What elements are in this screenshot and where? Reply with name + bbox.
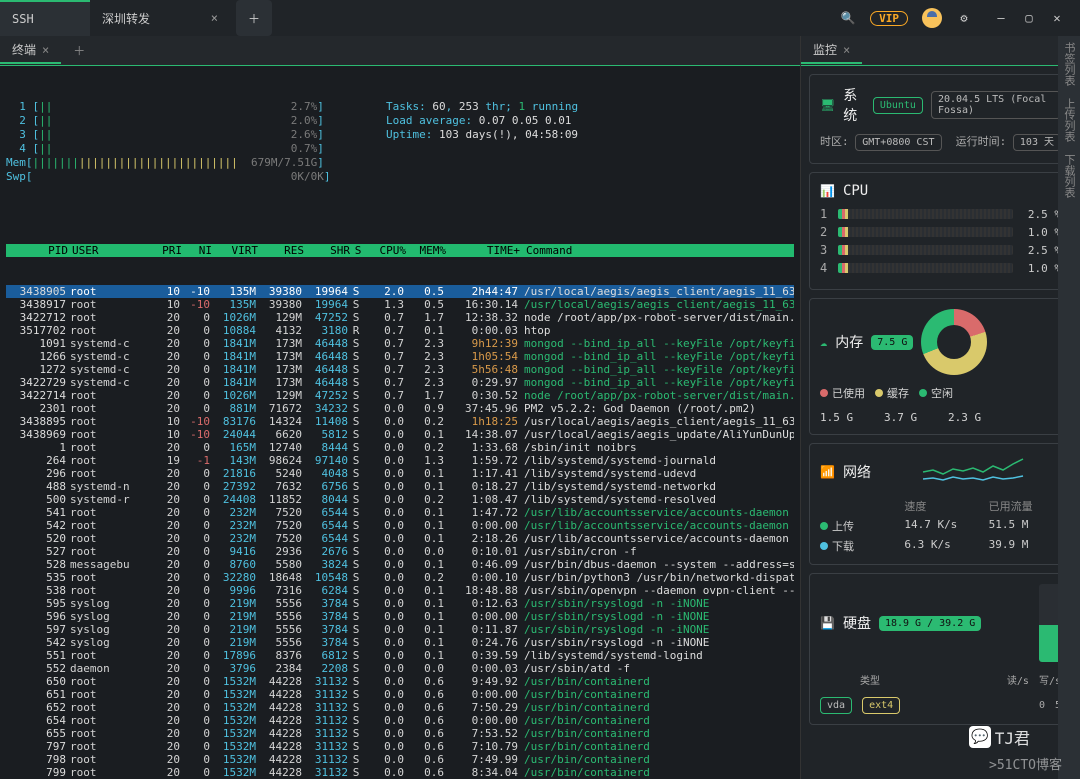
process-row[interactable]: 3422712root2001026M129M47252S0.71.712:38… xyxy=(6,311,794,324)
disk-used-badge: 18.9 G / 39.2 G xyxy=(879,616,981,631)
process-row[interactable]: 797root2001532M4422831132S0.00.67:10.79/… xyxy=(6,740,794,753)
process-row[interactable]: 1root200165M127408444S0.00.21:33.68/sbin… xyxy=(6,441,794,454)
process-row[interactable]: 542root200232M75206544S0.00.10:00.00/usr… xyxy=(6,519,794,532)
maximize-button[interactable]: ▢ xyxy=(1020,11,1038,25)
process-row[interactable]: 596syslog200219M55563784S0.00.10:00.00/u… xyxy=(6,610,794,623)
disk-type: ext4 xyxy=(862,697,900,714)
new-terminal-button[interactable]: ＋ xyxy=(61,38,97,63)
panel-title: 网络 xyxy=(843,462,871,482)
close-button[interactable]: ✕ xyxy=(1048,11,1066,25)
process-row[interactable]: 3517702root2001088441323180R0.70.10:00.0… xyxy=(6,324,794,337)
process-row[interactable]: 799root2001532M4422831132S0.00.68:34.04/… xyxy=(6,766,794,779)
panel-title: 系统 xyxy=(843,85,865,125)
process-row[interactable]: 500systemd-r20024408118528044S0.00.21:08… xyxy=(6,493,794,506)
monitor-tab[interactable]: 监控× xyxy=(801,37,862,64)
process-row[interactable]: 535root200322801864810548S0.00.20:00.10/… xyxy=(6,571,794,584)
process-row[interactable]: 296root2002181652404048S0.00.11:17.41/li… xyxy=(6,467,794,480)
cpu-icon: 📊 xyxy=(820,184,835,198)
process-row[interactable]: 552daemon200379623842208S0.00.00:00.03/u… xyxy=(6,662,794,675)
close-icon[interactable]: × xyxy=(211,11,218,25)
process-header: PIDUSERPRINIVIRTRESSHRSCPU%MEM%TIME+Comm… xyxy=(6,244,794,257)
cpu-row: 21.0 % xyxy=(820,225,1061,239)
network-sparkline xyxy=(885,454,1061,484)
panel-title: 内存 xyxy=(835,332,863,352)
cpu-panel: 📊 CPU 12.5 % 21.0 % 32.5 % 41.0 % xyxy=(809,172,1072,290)
process-row[interactable]: 655root2001532M4422831132S0.00.67:53.52/… xyxy=(6,727,794,740)
download-list-tab[interactable]: 下载列表 xyxy=(1061,154,1077,198)
watermark-blog: >51CTO博客 xyxy=(989,754,1062,773)
monitor-icon: 🖥 xyxy=(820,98,835,112)
process-row[interactable]: 1272systemd-c2001841M173M46448S0.72.35h5… xyxy=(6,363,794,376)
process-row[interactable]: 488systemd-n2002739276326756S0.00.10:18.… xyxy=(6,480,794,493)
terminal-tab[interactable]: 终端× xyxy=(0,37,61,64)
bookmark-list-tab[interactable]: 书签列表 xyxy=(1061,42,1077,86)
tz-badge: GMT+0800 CST xyxy=(855,134,941,151)
process-row[interactable]: 551root2001789683766812S0.00.10:39.59/li… xyxy=(6,649,794,662)
process-row[interactable]: 654root2001532M4422831132S0.00.60:00.00/… xyxy=(6,714,794,727)
vip-badge[interactable]: VIP xyxy=(870,11,908,26)
os-badge: Ubuntu xyxy=(873,97,923,114)
process-row[interactable]: 3438917root10-10135M3938019964S1.30.516:… xyxy=(6,298,794,311)
process-row[interactable]: 3438969root10-102404466205812S0.00.114:3… xyxy=(6,428,794,441)
process-row[interactable]: 1266systemd-c2001841M173M46448S0.72.31h0… xyxy=(6,350,794,363)
process-row[interactable]: 3422729systemd-c2001841M173M46448S0.72.3… xyxy=(6,376,794,389)
process-row[interactable]: 528messagebu200876055803824S0.00.10:46.0… xyxy=(6,558,794,571)
process-row[interactable]: 3438895root10-10831761432411408S0.00.21h… xyxy=(6,415,794,428)
cpu-row: 32.5 % xyxy=(820,243,1061,257)
system-panel: 🖥系统Ubuntu20.04.5 LTS (Focal Fossa) 时区: G… xyxy=(809,74,1072,164)
process-row[interactable]: 264root19-1143M9862497140S0.01.31:59.72/… xyxy=(6,454,794,467)
panel-title: 硬盘 xyxy=(843,613,871,633)
app-tab-ssh[interactable]: SSH xyxy=(0,0,90,36)
process-row[interactable]: 541root200232M75206544S0.00.11:47.72/usr… xyxy=(6,506,794,519)
process-row[interactable]: 798root2001532M4422831132S0.00.67:49.99/… xyxy=(6,753,794,766)
close-icon[interactable]: × xyxy=(843,43,850,57)
process-row[interactable]: 3438905root10-10135M3938019964S2.00.52h4… xyxy=(6,285,794,298)
wifi-icon: 📶 xyxy=(820,465,835,479)
process-row[interactable]: 3422714root2001026M129M47252S0.71.70:30.… xyxy=(6,389,794,402)
upload-list-tab[interactable]: 上传列表 xyxy=(1061,98,1077,142)
terminal-content[interactable]: 1 [|| 2.7%] 2 [|| 2.0%] 3 [|| 2.6%] 4 [|… xyxy=(0,66,800,779)
disk-dev: vda xyxy=(820,697,852,714)
process-row[interactable]: 597syslog200219M55563784S0.00.10:11.87/u… xyxy=(6,623,794,636)
gear-icon[interactable]: ⚙ xyxy=(956,10,972,26)
process-row[interactable]: 542syslog200219M55563784S0.00.10:24.76/u… xyxy=(6,636,794,649)
process-row[interactable]: 1091systemd-c2001841M173M46448S0.72.39h1… xyxy=(6,337,794,350)
mem-total-badge: 7.5 G xyxy=(871,335,913,350)
watermark-tj: 💬TJ君 xyxy=(969,725,1030,749)
minimize-button[interactable]: ― xyxy=(992,11,1010,25)
process-row[interactable]: 652root2001532M4422831132S0.00.67:50.29/… xyxy=(6,701,794,714)
process-row[interactable]: 595syslog200219M55563784S0.00.10:12.63/u… xyxy=(6,597,794,610)
memory-panel: ☁内存7.5 G 已使用 缓存 空闲 1.5 G 3.7 G 2.3 G xyxy=(809,298,1072,435)
search-icon[interactable]: 🔍 xyxy=(840,10,856,26)
disk-panel: 💾 硬盘 18.9 G / 39.2 G 类型读/s写/s vda ext4 0… xyxy=(809,573,1072,725)
new-tab-button[interactable]: ＋ xyxy=(236,0,272,36)
cloud-icon: ☁ xyxy=(820,335,827,349)
panel-title: CPU xyxy=(843,183,868,199)
cpu-row: 41.0 % xyxy=(820,261,1061,275)
process-row[interactable]: 650root2001532M4422831132S0.00.69:49.92/… xyxy=(6,675,794,688)
avatar[interactable] xyxy=(922,8,942,28)
disk-icon: 💾 xyxy=(820,616,835,630)
cpu-row: 12.5 % xyxy=(820,207,1061,221)
process-row[interactable]: 520root200232M75206544S0.00.12:18.26/usr… xyxy=(6,532,794,545)
title-bar: SSH 深圳转发× ＋ 🔍 VIP ⚙ ― ▢ ✕ xyxy=(0,0,1080,36)
uptime-badge: 103 天 xyxy=(1013,134,1061,151)
process-row[interactable]: 527root200941629362676S0.00.00:10.01/usr… xyxy=(6,545,794,558)
network-panel: 📶网络 速度已用流量 上传14.7 K/s51.5 M 下载6.3 K/s39.… xyxy=(809,443,1072,565)
close-icon[interactable]: × xyxy=(42,43,49,57)
app-tab-shenzhen[interactable]: 深圳转发× xyxy=(90,0,230,36)
monitor-panel: 监控× 🖥系统Ubuntu20.04.5 LTS (Focal Fossa) 时… xyxy=(800,36,1080,779)
ver-badge: 20.04.5 LTS (Focal Fossa) xyxy=(931,91,1061,119)
process-row[interactable]: 651root2001532M4422831132S0.00.60:00.00/… xyxy=(6,688,794,701)
side-dock: 书签列表 上传列表 下载列表 xyxy=(1058,36,1080,779)
process-row[interactable]: 2301root200881M7167234232S0.00.937:45.96… xyxy=(6,402,794,415)
memory-donut xyxy=(921,309,987,375)
terminal-tabs: 终端× ＋ xyxy=(0,36,800,66)
process-row[interactable]: 538root200999673166284S0.00.118:48.88/us… xyxy=(6,584,794,597)
